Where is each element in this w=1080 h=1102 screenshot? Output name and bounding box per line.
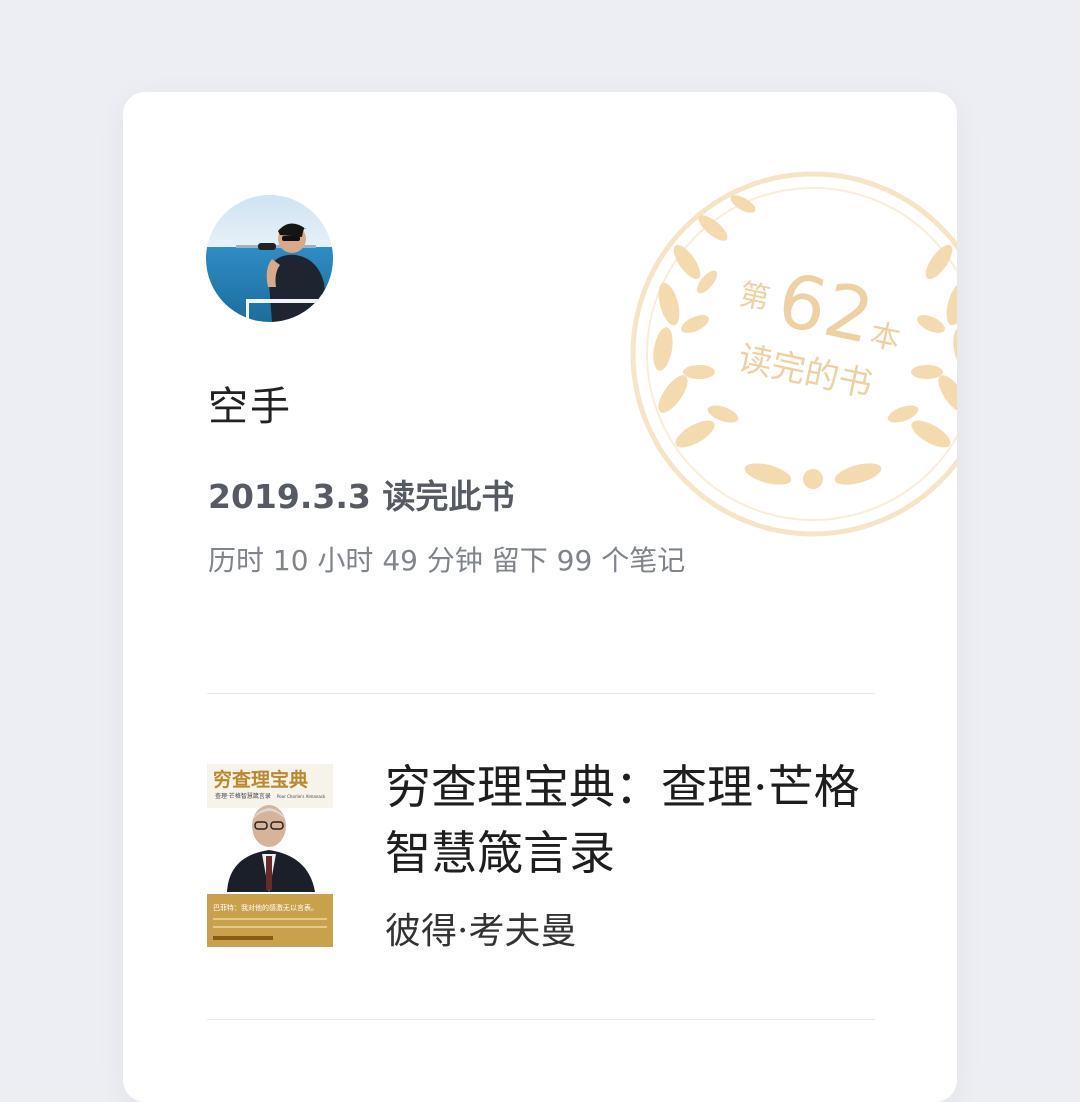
finish-info: 2019.3.3 读完此书	[208, 470, 514, 518]
finish-date: 2019.3.3	[208, 477, 371, 516]
book-title[interactable]: 穷查理宝典：查理·芒格智慧箴言录	[385, 754, 905, 886]
avatar[interactable]	[206, 195, 333, 322]
finish-label: 读完此书	[382, 477, 515, 516]
achievement-badge: 第 62 本 读完的书	[630, 171, 957, 537]
book-cover[interactable]: 穷查理宝典 查理·芒格智慧箴言录 Poor Charlie's Almanack…	[207, 764, 333, 947]
reading-card: 空手 2019.3.3 读完此书 历时 10 小时 49 分钟 留下 99 个笔…	[123, 92, 957, 1102]
username: 空手	[208, 384, 292, 430]
book-author[interactable]: 彼得·考夫曼	[385, 902, 576, 954]
cover-subtitle: 查理·芒格智慧箴言录	[215, 792, 271, 800]
cover-quote: 巴菲特：我对他的感激无以言表。	[213, 903, 318, 912]
cover-title: 穷查理宝典	[213, 768, 308, 791]
badge-suffix: 本	[867, 317, 904, 357]
avatar-photo	[206, 195, 333, 322]
cover-english: Poor Charlie's Almanack	[277, 794, 326, 799]
badge-prefix: 第	[736, 277, 773, 317]
badge-number: 62	[771, 257, 881, 361]
divider	[207, 693, 875, 694]
divider	[207, 1019, 875, 1020]
